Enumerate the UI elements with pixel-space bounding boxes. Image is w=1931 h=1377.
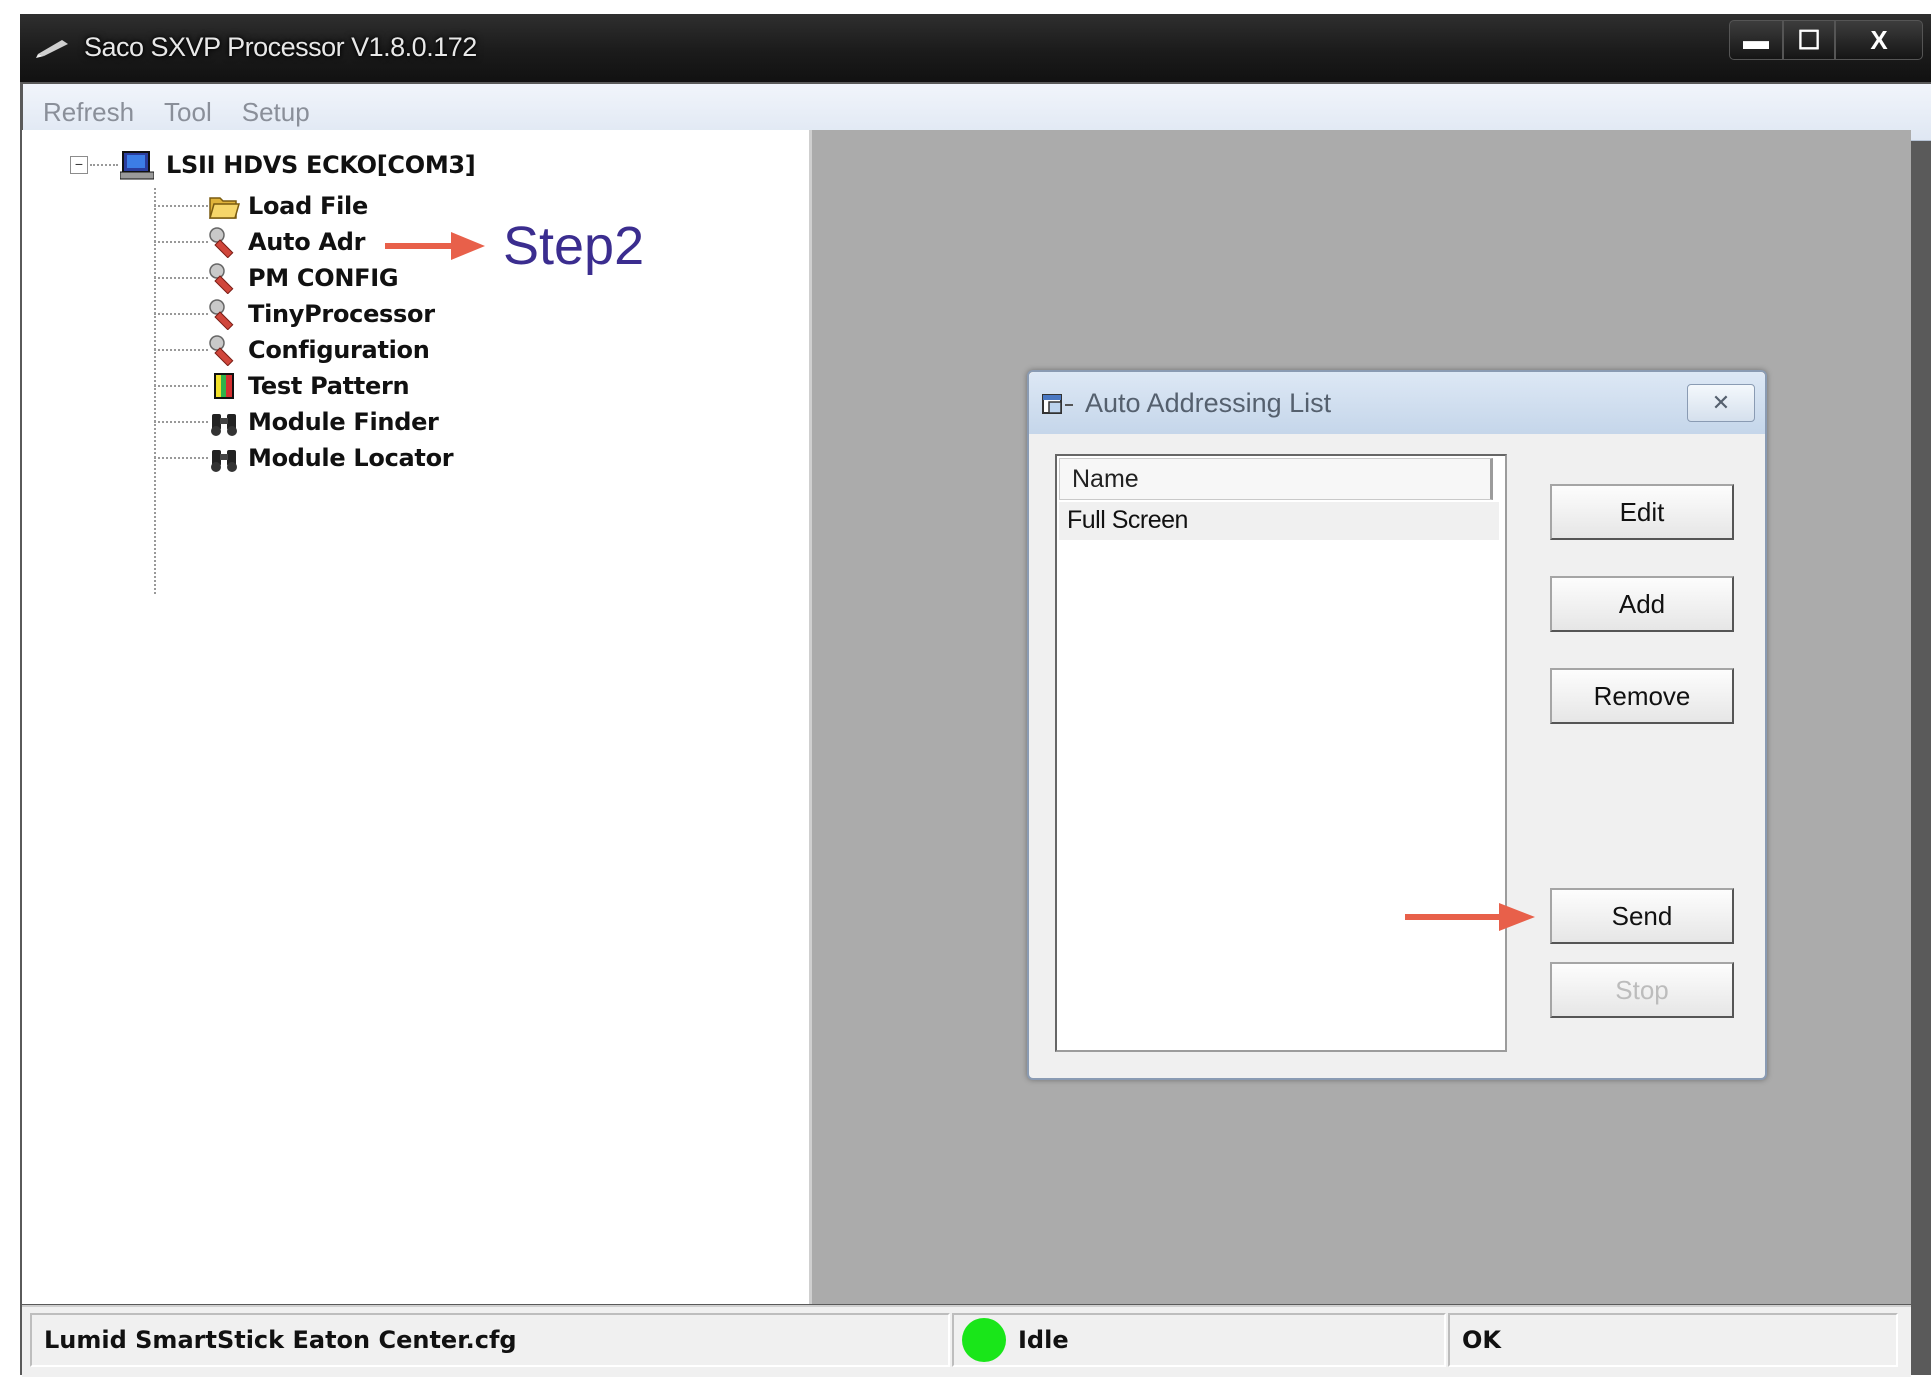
minimize-button[interactable]: ▬ xyxy=(1729,20,1783,60)
step2-arrow-icon xyxy=(385,232,485,260)
tree-item-module-locator[interactable]: Module Locator xyxy=(154,440,454,476)
wrench-icon xyxy=(209,335,234,366)
tree-branch xyxy=(154,421,208,423)
dialog-title-bar[interactable]: Auto Addressing List ✕ xyxy=(1029,372,1765,434)
collapse-toggle[interactable]: − xyxy=(70,156,88,174)
stop-button: Stop xyxy=(1550,962,1734,1018)
edit-button[interactable]: Edit xyxy=(1550,484,1734,540)
tree-branch xyxy=(154,277,208,279)
status-indicator-icon xyxy=(962,1318,1006,1362)
pen-icon xyxy=(36,40,68,58)
status-file-name: Lumid SmartStick Eaton Center.cfg xyxy=(44,1326,517,1354)
dialog-close-button[interactable]: ✕ xyxy=(1687,384,1755,422)
close-button[interactable]: X xyxy=(1835,20,1923,60)
wrench-icon xyxy=(209,299,234,330)
menu-tool[interactable]: Tool xyxy=(164,97,212,128)
step2-annotation: Step2 xyxy=(503,216,645,276)
tree-item-label: Module Finder xyxy=(248,408,439,436)
folder-open-icon xyxy=(209,197,240,219)
status-state-cell: Idle xyxy=(952,1313,1446,1367)
list-column-header[interactable]: Name xyxy=(1059,458,1493,500)
tree-item-test-pattern[interactable]: Test Pattern xyxy=(154,368,410,404)
computer-icon xyxy=(120,151,154,180)
window-controls: ▬ ☐ X xyxy=(1729,20,1923,66)
tree-branch xyxy=(154,241,208,243)
binoculars-icon xyxy=(211,450,237,472)
status-state-text: Idle xyxy=(1018,1326,1069,1354)
tree-item-module-finder[interactable]: Module Finder xyxy=(154,404,439,440)
send-button[interactable]: Send xyxy=(1550,888,1734,944)
wrench-icon xyxy=(209,263,234,294)
status-result-text: OK xyxy=(1462,1326,1501,1354)
tree-branch xyxy=(154,349,208,351)
menu-refresh[interactable]: Refresh xyxy=(43,97,134,128)
title-bar[interactable]: Saco SXVP Processor V1.8.0.172 ▬ ☐ X xyxy=(20,14,1931,82)
send-arrow-icon xyxy=(1405,903,1535,931)
status-result-cell: OK xyxy=(1448,1313,1898,1367)
tree-item-label: Load File xyxy=(248,192,368,220)
window-title: Saco SXVP Processor V1.8.0.172 xyxy=(84,32,477,62)
color-bars-icon xyxy=(214,373,234,399)
auto-addressing-dialog: Auto Addressing List ✕ Name Full Screen … xyxy=(1027,370,1767,1080)
tree-root-node[interactable]: − LSII HDVS ECKO[COM3] xyxy=(70,150,476,180)
list-item[interactable]: Full Screen xyxy=(1059,502,1499,540)
list-item-label: Full Screen xyxy=(1067,506,1188,534)
binoculars-icon xyxy=(211,414,237,436)
column-header-label: Name xyxy=(1072,465,1139,493)
tree-item-configuration[interactable]: Configuration xyxy=(154,332,430,368)
tree-branch xyxy=(154,385,208,387)
device-tree-pane: − LSII HDVS ECKO[COM3] Load File Auto Ad… xyxy=(22,130,812,1304)
tree-branch xyxy=(154,205,208,207)
tree-item-label: Module Locator xyxy=(248,444,454,472)
remove-button[interactable]: Remove xyxy=(1550,668,1734,724)
addressing-list[interactable]: Name Full Screen xyxy=(1055,454,1507,1052)
add-button[interactable]: Add xyxy=(1550,576,1734,632)
tree-item-tinyprocessor[interactable]: TinyProcessor xyxy=(154,296,435,332)
maximize-button[interactable]: ☐ xyxy=(1783,20,1835,60)
tree-root-label: LSII HDVS ECKO[COM3] xyxy=(166,151,476,179)
tree-item-load-file[interactable]: Load File xyxy=(154,188,368,224)
menu-setup[interactable]: Setup xyxy=(242,97,310,128)
tree-item-label: Test Pattern xyxy=(248,372,410,400)
tree-item-label: Auto Adr xyxy=(248,228,366,256)
tree-branch xyxy=(154,313,208,315)
status-file-cell: Lumid SmartStick Eaton Center.cfg xyxy=(30,1313,950,1367)
status-bar: Lumid SmartStick Eaton Center.cfg Idle O… xyxy=(22,1305,1911,1377)
tree-item-label: Configuration xyxy=(248,336,430,364)
dialog-title: Auto Addressing List xyxy=(1085,388,1332,418)
tree-item-auto-adr[interactable]: Auto Adr xyxy=(154,224,365,260)
wrench-icon xyxy=(209,227,234,258)
tree-item-label: TinyProcessor xyxy=(248,300,435,328)
tree-item-pm-config[interactable]: PM CONFIG xyxy=(154,260,399,296)
tree-connector xyxy=(90,164,118,166)
tree-branch xyxy=(154,457,208,459)
window-icon xyxy=(1042,394,1073,414)
tree-item-label: PM CONFIG xyxy=(248,264,399,292)
